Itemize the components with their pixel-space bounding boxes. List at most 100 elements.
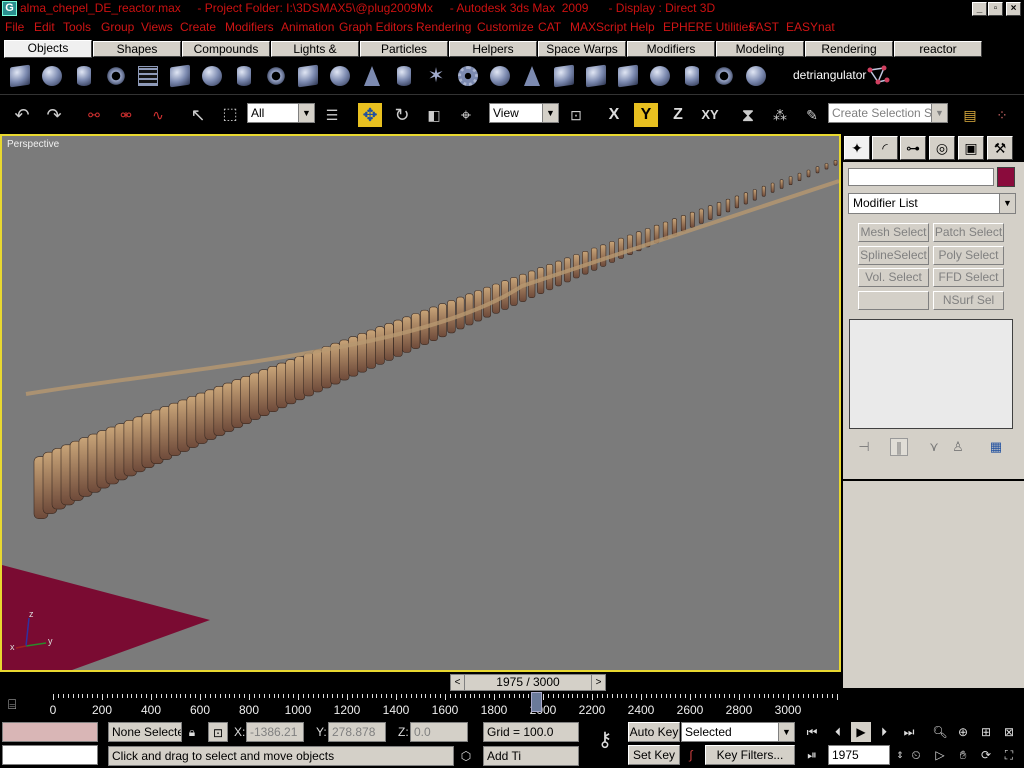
menu-ephere-utilities[interactable]: EPHERE Utilities (663, 20, 754, 34)
oil-tank-button[interactable] (648, 64, 672, 88)
menu-help[interactable]: Help (630, 20, 655, 34)
tab-compounds[interactable]: Compounds (182, 41, 270, 57)
key-filters-button[interactable]: Key Filters... (705, 745, 795, 765)
time-configuration-icon[interactable]: ⏲ (906, 745, 926, 765)
empty-modifier-button[interactable] (858, 291, 929, 310)
menu-edit[interactable]: Edit (34, 20, 55, 34)
go-to-end-icon[interactable]: ⏭ (899, 722, 919, 742)
select-and-manipulate-icon[interactable]: ⌖ (454, 103, 478, 127)
modifier-list-dropdown[interactable]: Modifier List ▼ (848, 193, 1016, 214)
plane-button[interactable] (136, 64, 160, 88)
select-by-name-icon[interactable]: ☰ (320, 103, 344, 127)
unlink-selection-icon[interactable]: ⚮ (114, 103, 138, 127)
tab-shapes[interactable]: Shapes (93, 41, 181, 57)
menu-cat[interactable]: CAT (538, 20, 561, 34)
create-tab-icon[interactable]: ✦ (844, 136, 870, 160)
zoom-extents-all-icon[interactable]: ⊠ (999, 722, 1019, 742)
add-time-tag-field[interactable]: Add Ti (483, 746, 579, 766)
material-editor-icon[interactable]: ⁘ (990, 103, 1014, 127)
zoom-all-icon[interactable]: ⊕ (953, 722, 973, 742)
star-button[interactable]: ✶ (424, 64, 448, 88)
chevron-left-icon[interactable]: < (451, 675, 465, 690)
show-end-result-icon[interactable]: ∥ (890, 438, 908, 456)
cone-button[interactable] (360, 64, 384, 88)
select-and-rotate-icon[interactable]: ↻ (390, 103, 414, 127)
detriangulator-icon[interactable] (866, 64, 890, 88)
set-key-button[interactable]: Set Key (628, 745, 680, 765)
detriangulator-label[interactable]: detriangulator (793, 68, 866, 82)
cylinder-button[interactable] (72, 64, 96, 88)
default-tangent-icon[interactable]: ∫ (681, 745, 701, 765)
time-slider-thumb[interactable]: < 1975 / 3000 > (450, 674, 606, 691)
menu-views[interactable]: Views (141, 20, 173, 34)
restrict-z-button[interactable]: Z (666, 103, 690, 127)
tab-helpers[interactable]: Helpers (449, 41, 537, 57)
prism-button[interactable] (584, 64, 608, 88)
array-icon[interactable]: ⁂ (768, 103, 792, 127)
slab-button[interactable] (552, 64, 576, 88)
modify-tab-icon[interactable]: ◜ (872, 136, 898, 160)
object-name-field[interactable] (848, 168, 994, 186)
select-object-icon[interactable]: ↖ (186, 103, 210, 127)
mesh-select-button[interactable]: Mesh Select (858, 223, 929, 242)
restrict-y-button[interactable]: Y (634, 103, 658, 127)
absolute-mode-icon[interactable]: ⊡ (208, 722, 228, 742)
zoom-icon[interactable]: 🔍︎ (930, 722, 950, 742)
spline-select-button[interactable]: SplineSelect (858, 246, 929, 265)
motion-tab-icon[interactable]: ◎ (929, 136, 955, 160)
select-and-move-icon[interactable]: ✥ (358, 103, 382, 127)
chamfer-cyl-button[interactable] (680, 64, 704, 88)
current-frame-field[interactable]: 1975 (828, 745, 890, 765)
modifier-stack[interactable] (849, 319, 1013, 429)
menu-group[interactable]: Group (101, 20, 134, 34)
hierarchy-tab-icon[interactable]: ⊶ (900, 136, 926, 160)
make-unique-icon[interactable]: ⋎ (925, 438, 943, 456)
pin-stack-icon[interactable]: ⊣ (855, 438, 873, 456)
mirror-icon[interactable]: ⧗ (736, 103, 760, 127)
select-and-scale-icon[interactable]: ◧ (422, 103, 446, 127)
key-mode-dropdown[interactable]: Selected ▼ (681, 722, 795, 742)
restrict-x-button[interactable]: X (602, 103, 626, 127)
l-ext-button[interactable] (616, 64, 640, 88)
restore-button[interactable]: ▫ (988, 2, 1003, 16)
tube-button[interactable] (232, 64, 256, 88)
ring-button[interactable] (264, 64, 288, 88)
remove-modifier-icon[interactable]: ♙ (949, 438, 967, 456)
reference-coordinate-dropdown[interactable]: View ▼ (489, 103, 559, 123)
pyramid-button[interactable] (520, 64, 544, 88)
patch-select-button[interactable]: Patch Select (933, 223, 1004, 242)
perspective-viewport[interactable]: Perspective y z x (0, 134, 841, 672)
configure-modifier-sets-icon[interactable]: ▦ (987, 438, 1005, 456)
tab-space-warps[interactable]: Space Warps (538, 41, 626, 57)
tab-modifiers[interactable]: Modifiers (627, 41, 715, 57)
poly-select-button[interactable]: Poly Select (933, 246, 1004, 265)
fence-object[interactable] (25, 159, 839, 520)
utilities-tab-icon[interactable]: ⚒ (987, 136, 1013, 160)
ffd-select-button[interactable]: FFD Select (933, 268, 1004, 287)
tab-modeling[interactable]: Modeling (716, 41, 804, 57)
pan-view-icon[interactable]: ✋︎ (953, 745, 973, 765)
named-selection-dropdown[interactable]: Create Selection Set ▼ (828, 103, 948, 123)
bind-space-warp-icon[interactable]: ∿ (146, 103, 170, 127)
auto-key-button[interactable]: Auto Key (628, 722, 680, 742)
tab-objects[interactable]: Objects (4, 40, 92, 58)
gem-button[interactable] (328, 64, 352, 88)
open-mini-curve-editor-icon[interactable]: ⌸ (8, 696, 32, 714)
track-bar[interactable]: ⌸ 0 200 400 600 800 1000 1200 1400 1600 1800 2000 2… (0, 692, 843, 720)
maximize-viewport-icon[interactable]: ⛶ (999, 745, 1019, 765)
menu-tools[interactable]: Tools (63, 20, 91, 34)
object-color-swatch[interactable] (997, 167, 1015, 187)
redo-icon[interactable]: ↷ (42, 103, 66, 127)
menu-animation[interactable]: Animation (281, 20, 334, 34)
current-frame-marker[interactable] (531, 692, 542, 712)
tab-reactor[interactable]: reactor (894, 41, 982, 57)
eraser-icon[interactable]: ✎ (800, 103, 824, 127)
arc-rotate-icon[interactable]: ⟳ (976, 745, 996, 765)
gear-button[interactable] (456, 64, 480, 88)
menu-maxscript[interactable]: MAXScript (570, 20, 627, 34)
tab-particles[interactable]: Particles (360, 41, 448, 57)
menu-rendering[interactable]: Rendering (416, 20, 471, 34)
tab-lights-cameras[interactable]: Lights & Cameras (271, 41, 359, 70)
selection-filter-dropdown[interactable]: All ▼ (247, 103, 315, 123)
select-and-link-icon[interactable]: ⚯ (82, 103, 106, 127)
